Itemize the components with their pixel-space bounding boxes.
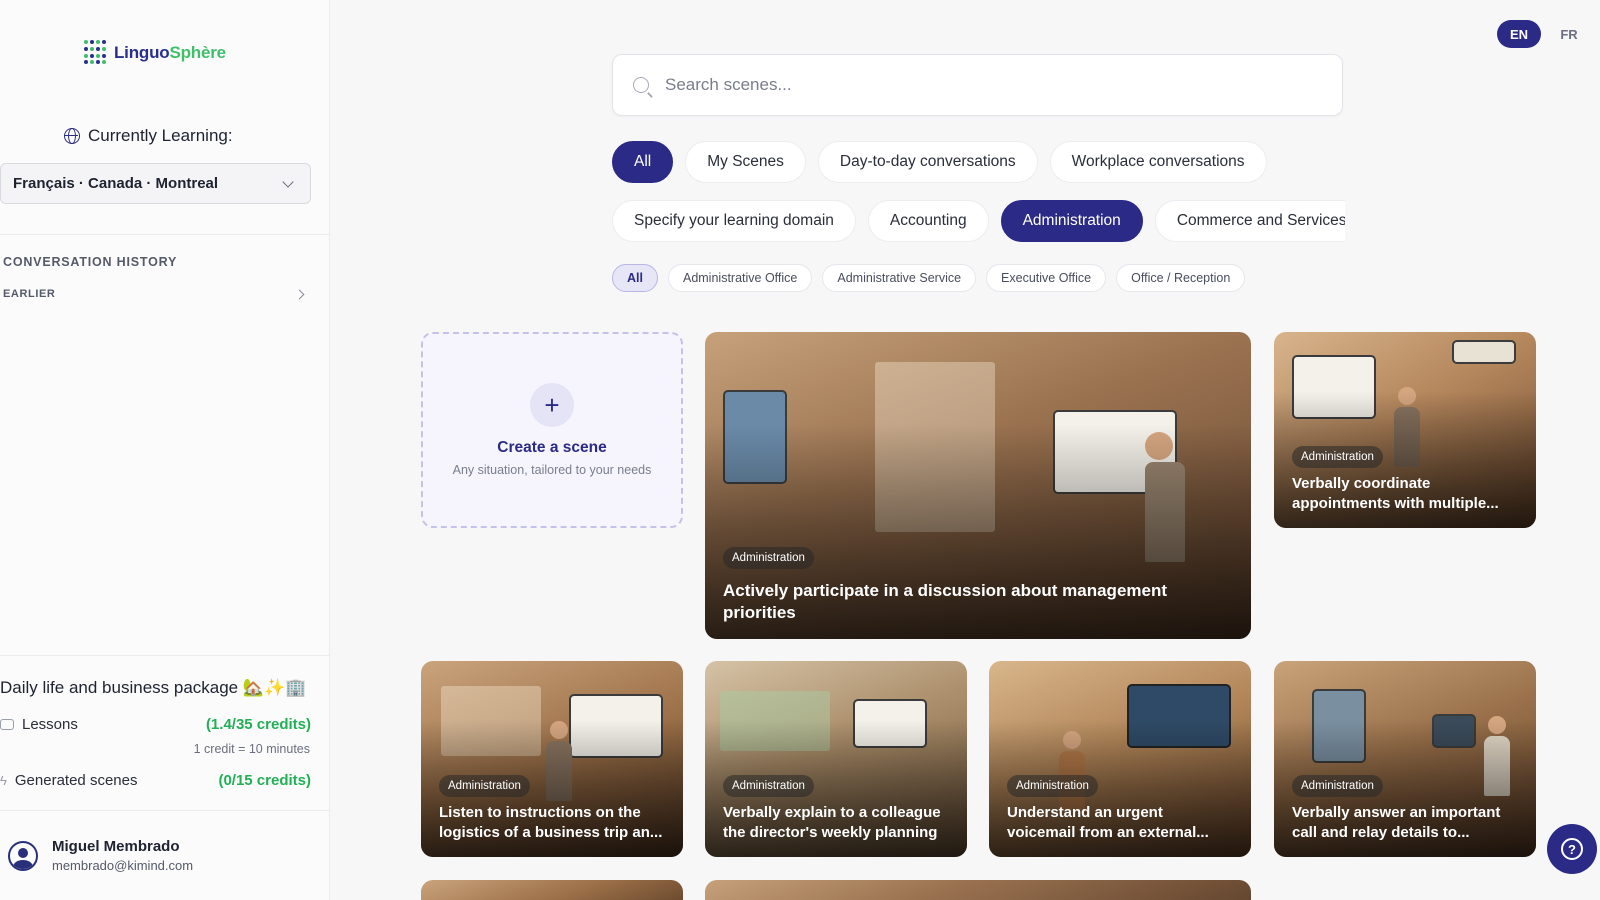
chevron-down-icon [282,175,294,188]
scene-title: Verbally coordinate appointments with mu… [1292,475,1499,512]
chat-icon [0,719,14,730]
scene-tag: Administration [723,547,814,569]
sidebar: LinguoSphère Currently Learning: Françai… [0,0,330,900]
user-name: Miguel Membrado [52,838,180,855]
lessons-credits: (1.4/35 credits) [205,716,311,733]
package-title: Daily life and business package 🏡✨🏢 [0,678,307,697]
lessons-label: Lessons [22,716,78,733]
logo-icon [84,40,108,66]
logo-text-part2: Sphère [169,43,226,62]
tab-all[interactable]: All [612,141,674,183]
scene-image [421,880,683,900]
tab-my-scenes[interactable]: My Scenes [685,141,806,183]
scene-tag: Administration [1292,446,1383,468]
chip-office-reception[interactable]: Office / Reception [1116,264,1246,292]
currently-learning-label: Currently Learning: [88,126,233,145]
create-scene-subtitle: Any situation, tailored to your needs [452,463,652,477]
scene-title: Actively participate in a discussion abo… [723,581,1168,623]
scene-card[interactable]: Administration Listen to instructions on… [421,661,683,857]
user-email: membrado@kimind.com [52,858,194,873]
earlier-group-toggle[interactable]: EARLIER [3,288,305,300]
create-scene-title: Create a scene [497,439,607,456]
plus-icon: + [530,383,574,427]
divider [0,655,330,656]
globe-icon [64,128,80,144]
scene-title: Listen to instructions on the logistics … [439,804,663,841]
earlier-label: EARLIER [3,288,56,300]
logo-text: LinguoSphère [114,43,226,63]
help-button[interactable]: ? [1547,824,1597,874]
credit-note: 1 credit = 10 minutes [193,742,310,756]
scene-title: Verbally explain to a colleague the dire… [723,804,941,841]
lang-fr-button[interactable]: FR [1547,20,1591,48]
chip-all[interactable]: All [612,264,658,292]
generated-scenes-usage: ϟ Generated scenes (0/15 credits) [0,772,311,789]
avatar [8,840,38,871]
generated-scenes-credits: (0/15 credits) [218,772,311,789]
domain-tabs: Specify your learning domain Accounting … [612,200,1345,242]
generated-scenes-label: Generated scenes [14,772,138,789]
language-select-value: Français · Canada · Montreal [13,175,219,192]
scene-title: Verbally answer an important call and re… [1292,804,1501,841]
scene-tag: Administration [723,775,814,797]
scene-card[interactable]: Administration Understand an urgent voic… [989,661,1251,857]
bolt-icon: ϟ [0,773,7,788]
chip-administrative-service[interactable]: Administrative Service [822,264,977,292]
divider [0,234,330,235]
scene-card[interactable]: Administration Verbally coordinate appoi… [1274,332,1536,528]
tab-workplace[interactable]: Workplace conversations [1049,141,1267,183]
scene-image [705,880,1251,900]
app-logo[interactable]: LinguoSphère [84,40,226,66]
create-scene-card[interactable]: + Create a scene Any situation, tailored… [421,332,683,528]
user-profile[interactable]: Miguel Membrado membrado@kimind.com [8,838,193,873]
currently-learning: Currently Learning: [64,126,233,146]
chevron-right-icon [294,289,305,299]
logo-text-part1: Linguo [114,43,170,62]
divider [0,810,330,811]
scene-tag: Administration [1007,775,1098,797]
scene-card-partial[interactable] [705,880,1251,900]
tab-accounting[interactable]: Accounting [867,200,989,242]
chip-administrative-office[interactable]: Administrative Office [667,264,813,292]
conversation-history-title: CONVERSATION HISTORY [3,255,178,269]
scene-card-partial[interactable] [421,880,683,900]
tab-specify-domain[interactable]: Specify your learning domain [612,200,856,242]
scene-tag: Administration [439,775,530,797]
scene-tag: Administration [1292,775,1383,797]
tab-commerce-services[interactable]: Commerce and Services [1154,200,1345,242]
ui-language-toggle: EN FR [1497,20,1591,48]
help-icon: ? [1561,838,1583,860]
subfilter-chips: All Administrative Office Administrative… [612,264,1246,292]
search-icon [633,77,649,93]
search-bar [612,54,1343,116]
search-input[interactable] [665,75,1305,95]
lessons-usage: Lessons (1.4/35 credits) [0,716,311,733]
tab-administration[interactable]: Administration [1000,200,1143,242]
tab-day-to-day[interactable]: Day-to-day conversations [817,141,1038,183]
category-tabs: All My Scenes Day-to-day conversations W… [612,141,1267,183]
scene-card[interactable]: Administration Actively participate in a… [705,332,1251,639]
lang-en-button[interactable]: EN [1497,20,1541,48]
chip-executive-office[interactable]: Executive Office [986,264,1107,292]
scene-card[interactable]: Administration Verbally answer an import… [1274,661,1536,857]
scene-title: Understand an urgent voicemail from an e… [1007,804,1209,841]
language-select[interactable]: Français · Canada · Montreal [0,163,311,204]
domain-tabs-scroller[interactable]: Specify your learning domain Accounting … [612,200,1345,244]
scene-card[interactable]: Administration Verbally explain to a col… [705,661,967,857]
